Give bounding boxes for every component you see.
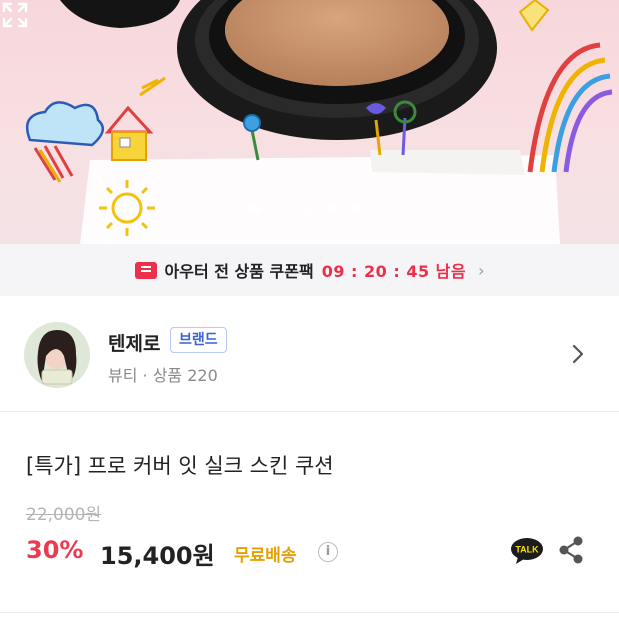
section-divider <box>0 612 619 613</box>
coupon-icon <box>134 261 157 279</box>
coupon-banner[interactable]: 아우터 전 상품 쿠폰팩 09 : 20 : 45 남음 › <box>0 244 619 296</box>
chevron-right-icon[interactable] <box>566 340 590 368</box>
brand-badge: 브랜드 <box>170 327 227 353</box>
product-title: [특가] 프로 커버 잇 실크 스킨 쿠션 <box>26 454 334 478</box>
talk-label: TALK <box>515 545 539 555</box>
carousel-dot-1[interactable] <box>250 203 261 214</box>
product-image-carousel[interactable] <box>0 0 619 244</box>
share-icon[interactable] <box>557 535 585 565</box>
free-shipping-label: 무료배송 <box>234 546 297 566</box>
sale-price: 15,400원 <box>100 542 215 570</box>
info-icon[interactable]: i <box>318 542 338 562</box>
brand-avatar[interactable] <box>24 322 90 388</box>
carousel-dot-4[interactable] <box>325 203 336 214</box>
talk-icon[interactable]: TALK <box>510 537 544 565</box>
coupon-text: 아우터 전 상품 쿠폰팩 <box>164 262 314 281</box>
discount-rate: 30% <box>26 536 84 564</box>
expand-icon[interactable] <box>0 0 30 30</box>
brand-meta: 뷰티 · 상품 220 <box>108 366 218 385</box>
chevron-right-icon: › <box>478 260 485 280</box>
carousel-indicator <box>250 203 361 214</box>
carousel-dot-3[interactable] <box>300 203 311 214</box>
original-price: 22,000원 <box>26 505 102 525</box>
carousel-dot-5[interactable] <box>350 203 361 214</box>
coupon-timer: 09 : 20 : 45 남음 <box>321 262 467 281</box>
brand-name[interactable]: 텐제로 <box>108 329 160 356</box>
brand-row[interactable] <box>0 296 619 412</box>
carousel-dot-2[interactable] <box>275 203 286 214</box>
